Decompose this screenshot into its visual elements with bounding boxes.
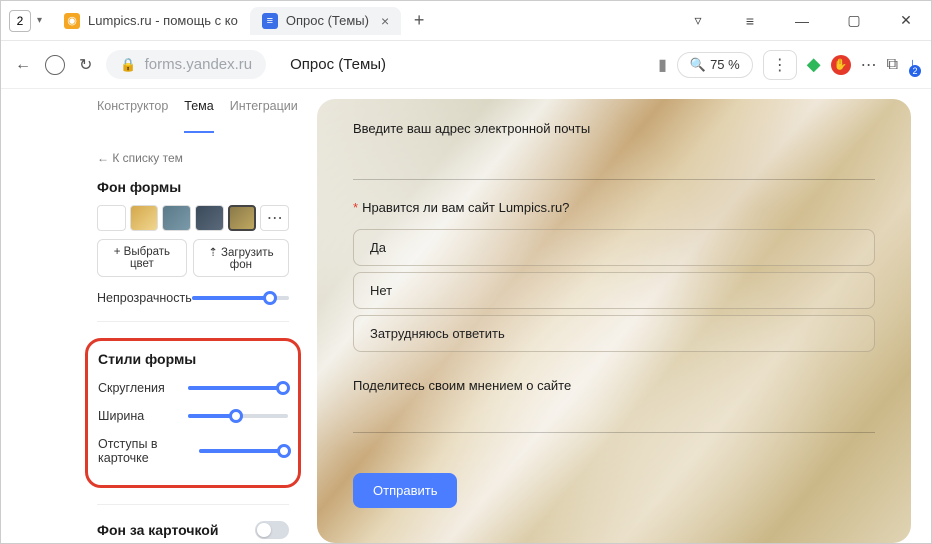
address-bar: ← ↻ 🔒 forms.yandex.ru Опрос (Темы) ▮ 🔍75… — [1, 41, 931, 89]
form-preview: Введите ваш адрес электронной почты *Нра… — [311, 89, 931, 543]
rounding-slider[interactable] — [188, 386, 288, 390]
overflow-icon[interactable]: ⋯ — [861, 55, 877, 75]
search-icon: 🔍 — [690, 57, 706, 73]
tab-lumpics[interactable]: ◉ Lumpics.ru - помощь с ко — [52, 7, 250, 35]
browser-tab-strip: 2 ▾ ◉ Lumpics.ru - помощь с ко ≡ Опрос (… — [1, 1, 931, 41]
zoom-control[interactable]: 🔍75 % — [677, 52, 753, 78]
bg-thumb-2[interactable] — [130, 205, 159, 231]
new-tab-button[interactable]: + — [407, 9, 431, 33]
url-text: forms.yandex.ru — [145, 56, 253, 73]
option-unsure[interactable]: Затрудняюсь ответить — [353, 315, 875, 352]
rounding-label: Скругления — [98, 381, 165, 395]
option-no[interactable]: Нет — [353, 272, 875, 309]
more-icon[interactable]: ⋮ — [763, 50, 797, 80]
adblock-icon[interactable]: ✋ — [831, 55, 851, 75]
bg-thumb-4[interactable] — [195, 205, 224, 231]
email-input[interactable] — [353, 150, 875, 180]
reload-button[interactable]: ↻ — [79, 55, 92, 75]
lock-icon: 🔒 — [120, 57, 136, 73]
width-slider[interactable] — [188, 414, 288, 418]
opacity-label: Непрозрачность — [97, 291, 192, 305]
option-yes[interactable]: Да — [353, 229, 875, 266]
tab-title: Lumpics.ru - помощь с ко — [88, 13, 238, 28]
styles-highlight: Стили формы Скругления Ширина Отступы в … — [85, 338, 301, 488]
shield-icon[interactable]: ◆ — [807, 54, 821, 75]
section-cardbg-title: Фон за карточкой — [97, 522, 218, 538]
minimize-button[interactable]: — — [785, 4, 819, 38]
divider — [97, 321, 289, 322]
opinion-input[interactable] — [353, 407, 875, 433]
close-icon[interactable]: × — [381, 13, 389, 29]
q2-label: Поделитесь своим мнением о сайте — [353, 378, 875, 393]
menu-icon[interactable]: ≡ — [733, 4, 767, 38]
bg-thumbnails: ⋯ — [97, 205, 289, 231]
yandex-icon[interactable] — [45, 55, 65, 75]
section-bg-title: Фон формы — [97, 179, 289, 195]
upload-bg-button[interactable]: ⇡ Загрузить фон — [193, 239, 289, 277]
opacity-slider[interactable] — [192, 296, 289, 300]
tab-constructor[interactable]: Конструктор — [97, 99, 168, 133]
tab-forms[interactable]: ≡ Опрос (Темы) × — [250, 7, 401, 35]
bookmark-icon[interactable]: ▿ — [681, 4, 715, 38]
bg-thumb-more[interactable]: ⋯ — [260, 205, 289, 231]
content: Конструктор Тема Интеграции Настройки От… — [1, 89, 931, 543]
tab-title: Опрос (Темы) — [286, 13, 369, 28]
cardbg-toggle[interactable] — [255, 521, 289, 539]
favicon-lumpics: ◉ — [64, 13, 80, 29]
bg-thumb-3[interactable] — [162, 205, 191, 231]
sidebar: Конструктор Тема Интеграции Настройки От… — [1, 89, 311, 543]
padding-slider[interactable] — [199, 449, 288, 453]
tab-count[interactable]: 2 — [9, 10, 31, 32]
form-card: Введите ваш адрес электронной почты *Нра… — [317, 99, 911, 543]
back-button[interactable]: ← — [15, 56, 31, 74]
width-label: Ширина — [98, 409, 144, 423]
bg-thumb-5[interactable] — [228, 205, 257, 231]
chevron-down-icon[interactable]: ▾ — [37, 15, 42, 26]
tab-theme[interactable]: Тема — [184, 99, 213, 133]
extensions-icon[interactable]: ⧉ — [887, 56, 898, 74]
editor-tabs: Конструктор Тема Интеграции Настройки От… — [97, 99, 289, 133]
bg-thumb-white[interactable] — [97, 205, 126, 231]
favicon-forms: ≡ — [262, 13, 278, 29]
padding-label: Отступы в карточке — [98, 437, 199, 465]
downloads-icon[interactable]: ↓2 — [908, 54, 917, 75]
pick-color-button[interactable]: + Выбрать цвет — [97, 239, 187, 277]
url-box[interactable]: 🔒 forms.yandex.ru — [106, 50, 266, 79]
maximize-button[interactable]: ▢ — [837, 4, 871, 38]
reader-icon[interactable]: ▮ — [658, 55, 667, 75]
window-close-button[interactable]: ✕ — [889, 4, 923, 38]
q1-label: *Нравится ли вам сайт Lumpics.ru? — [353, 200, 875, 215]
tab-integrations[interactable]: Интеграции — [230, 99, 298, 133]
section-styles-title: Стили формы — [98, 351, 288, 367]
divider — [97, 504, 289, 505]
email-label: Введите ваш адрес электронной почты — [353, 121, 875, 136]
page-title: Опрос (Темы) — [290, 56, 386, 73]
submit-button[interactable]: Отправить — [353, 473, 457, 508]
back-link[interactable]: ← К списку тем — [97, 151, 289, 165]
